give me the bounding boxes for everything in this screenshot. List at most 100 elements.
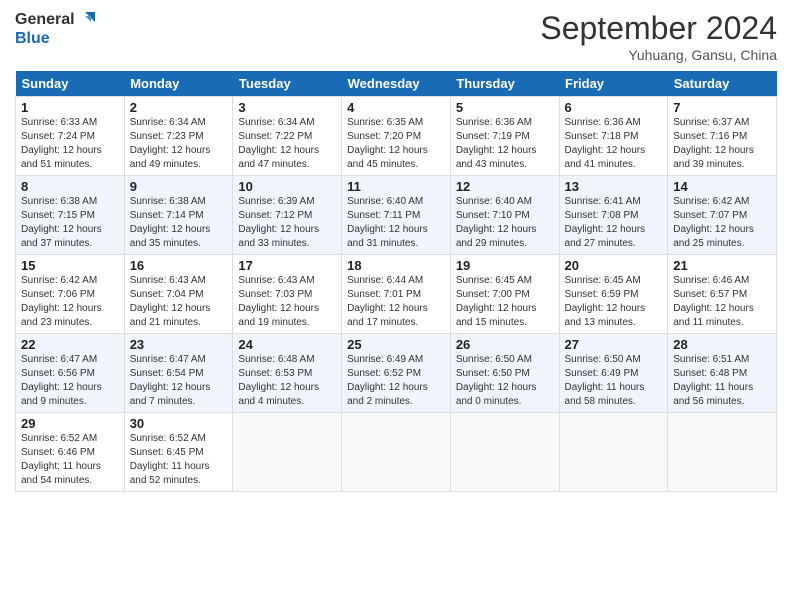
daylight-label: Daylight: 12 hours and 7 minutes. (130, 382, 211, 407)
table-row: 25 Sunrise: 6:49 AM Sunset: 6:52 PM Dayl… (342, 334, 451, 413)
day-number: 13 (565, 179, 663, 194)
cell-info: Sunrise: 6:45 AM Sunset: 7:00 PM Dayligh… (456, 274, 554, 330)
sunrise-label: Sunrise: 6:38 AM (130, 196, 206, 207)
sunset-label: Sunset: 7:23 PM (130, 131, 204, 142)
empty-cell (450, 413, 559, 492)
cell-info: Sunrise: 6:41 AM Sunset: 7:08 PM Dayligh… (565, 195, 663, 251)
table-row: 11 Sunrise: 6:40 AM Sunset: 7:11 PM Dayl… (342, 176, 451, 255)
day-number: 28 (673, 337, 771, 352)
header: General Blue September 2024 Yuhuang, Gan… (15, 10, 777, 63)
sunset-label: Sunset: 6:56 PM (21, 368, 95, 379)
daylight-label: Daylight: 12 hours and 47 minutes. (238, 145, 319, 170)
sunset-label: Sunset: 7:07 PM (673, 210, 747, 221)
sunset-label: Sunset: 7:14 PM (130, 210, 204, 221)
daylight-label: Daylight: 12 hours and 25 minutes. (673, 224, 754, 249)
sunset-label: Sunset: 7:00 PM (456, 289, 530, 300)
sunset-label: Sunset: 7:06 PM (21, 289, 95, 300)
calendar-week-row: 8 Sunrise: 6:38 AM Sunset: 7:15 PM Dayli… (16, 176, 777, 255)
table-row: 21 Sunrise: 6:46 AM Sunset: 6:57 PM Dayl… (668, 255, 777, 334)
cell-info: Sunrise: 6:37 AM Sunset: 7:16 PM Dayligh… (673, 116, 771, 172)
table-row: 29 Sunrise: 6:52 AM Sunset: 6:46 PM Dayl… (16, 413, 125, 492)
sunrise-label: Sunrise: 6:40 AM (347, 196, 423, 207)
day-number: 11 (347, 179, 445, 194)
daylight-label: Daylight: 12 hours and 21 minutes. (130, 303, 211, 328)
table-row: 30 Sunrise: 6:52 AM Sunset: 6:45 PM Dayl… (124, 413, 233, 492)
cell-info: Sunrise: 6:34 AM Sunset: 7:23 PM Dayligh… (130, 116, 228, 172)
sunrise-label: Sunrise: 6:42 AM (673, 196, 749, 207)
calendar-week-row: 15 Sunrise: 6:42 AM Sunset: 7:06 PM Dayl… (16, 255, 777, 334)
table-row: 12 Sunrise: 6:40 AM Sunset: 7:10 PM Dayl… (450, 176, 559, 255)
cell-info: Sunrise: 6:40 AM Sunset: 7:11 PM Dayligh… (347, 195, 445, 251)
day-number: 4 (347, 100, 445, 115)
sunrise-label: Sunrise: 6:43 AM (130, 275, 206, 286)
day-number: 18 (347, 258, 445, 273)
sunrise-label: Sunrise: 6:43 AM (238, 275, 314, 286)
empty-cell (342, 413, 451, 492)
daylight-label: Daylight: 12 hours and 4 minutes. (238, 382, 319, 407)
sunrise-label: Sunrise: 6:37 AM (673, 117, 749, 128)
table-row: 7 Sunrise: 6:37 AM Sunset: 7:16 PM Dayli… (668, 97, 777, 176)
sunrise-label: Sunrise: 6:41 AM (565, 196, 641, 207)
sunset-label: Sunset: 6:57 PM (673, 289, 747, 300)
daylight-label: Daylight: 12 hours and 37 minutes. (21, 224, 102, 249)
sunrise-label: Sunrise: 6:40 AM (456, 196, 532, 207)
cell-info: Sunrise: 6:46 AM Sunset: 6:57 PM Dayligh… (673, 274, 771, 330)
cell-info: Sunrise: 6:49 AM Sunset: 6:52 PM Dayligh… (347, 353, 445, 409)
daylight-label: Daylight: 12 hours and 0 minutes. (456, 382, 537, 407)
daylight-label: Daylight: 12 hours and 9 minutes. (21, 382, 102, 407)
calendar-week-row: 22 Sunrise: 6:47 AM Sunset: 6:56 PM Dayl… (16, 334, 777, 413)
sunset-label: Sunset: 7:16 PM (673, 131, 747, 142)
sunset-label: Sunset: 7:24 PM (21, 131, 95, 142)
cell-info: Sunrise: 6:38 AM Sunset: 7:15 PM Dayligh… (21, 195, 119, 251)
cell-info: Sunrise: 6:36 AM Sunset: 7:19 PM Dayligh… (456, 116, 554, 172)
cell-info: Sunrise: 6:38 AM Sunset: 7:14 PM Dayligh… (130, 195, 228, 251)
table-row: 24 Sunrise: 6:48 AM Sunset: 6:53 PM Dayl… (233, 334, 342, 413)
day-number: 5 (456, 100, 554, 115)
day-number: 3 (238, 100, 336, 115)
cell-info: Sunrise: 6:45 AM Sunset: 6:59 PM Dayligh… (565, 274, 663, 330)
sunrise-label: Sunrise: 6:50 AM (565, 354, 641, 365)
daylight-label: Daylight: 12 hours and 35 minutes. (130, 224, 211, 249)
sunset-label: Sunset: 7:22 PM (238, 131, 312, 142)
cell-info: Sunrise: 6:47 AM Sunset: 6:54 PM Dayligh… (130, 353, 228, 409)
sunset-label: Sunset: 6:53 PM (238, 368, 312, 379)
table-row: 15 Sunrise: 6:42 AM Sunset: 7:06 PM Dayl… (16, 255, 125, 334)
daylight-label: Daylight: 12 hours and 51 minutes. (21, 145, 102, 170)
day-number: 10 (238, 179, 336, 194)
sunset-label: Sunset: 6:49 PM (565, 368, 639, 379)
sunset-label: Sunset: 6:54 PM (130, 368, 204, 379)
sunset-label: Sunset: 7:01 PM (347, 289, 421, 300)
daylight-label: Daylight: 12 hours and 43 minutes. (456, 145, 537, 170)
logo-general: General (15, 11, 75, 29)
day-number: 30 (130, 416, 228, 431)
col-tuesday: Tuesday (233, 71, 342, 97)
cell-info: Sunrise: 6:47 AM Sunset: 6:56 PM Dayligh… (21, 353, 119, 409)
day-number: 17 (238, 258, 336, 273)
table-row: 4 Sunrise: 6:35 AM Sunset: 7:20 PM Dayli… (342, 97, 451, 176)
day-number: 20 (565, 258, 663, 273)
day-number: 27 (565, 337, 663, 352)
cell-info: Sunrise: 6:44 AM Sunset: 7:01 PM Dayligh… (347, 274, 445, 330)
sunrise-label: Sunrise: 6:48 AM (238, 354, 314, 365)
day-number: 9 (130, 179, 228, 194)
table-row: 1 Sunrise: 6:33 AM Sunset: 7:24 PM Dayli… (16, 97, 125, 176)
title-area: September 2024 Yuhuang, Gansu, China (540, 10, 777, 63)
cell-info: Sunrise: 6:42 AM Sunset: 7:07 PM Dayligh… (673, 195, 771, 251)
table-row: 3 Sunrise: 6:34 AM Sunset: 7:22 PM Dayli… (233, 97, 342, 176)
day-number: 12 (456, 179, 554, 194)
daylight-label: Daylight: 11 hours and 52 minutes. (130, 461, 210, 486)
sunrise-label: Sunrise: 6:46 AM (673, 275, 749, 286)
sunrise-label: Sunrise: 6:33 AM (21, 117, 97, 128)
sunrise-label: Sunrise: 6:45 AM (565, 275, 641, 286)
month-title: September 2024 (540, 10, 777, 47)
table-row: 9 Sunrise: 6:38 AM Sunset: 7:14 PM Dayli… (124, 176, 233, 255)
table-row: 2 Sunrise: 6:34 AM Sunset: 7:23 PM Dayli… (124, 97, 233, 176)
cell-info: Sunrise: 6:51 AM Sunset: 6:48 PM Dayligh… (673, 353, 771, 409)
logo-blue: Blue (15, 30, 97, 48)
table-row: 27 Sunrise: 6:50 AM Sunset: 6:49 PM Dayl… (559, 334, 668, 413)
daylight-label: Daylight: 12 hours and 17 minutes. (347, 303, 428, 328)
table-row: 26 Sunrise: 6:50 AM Sunset: 6:50 PM Dayl… (450, 334, 559, 413)
cell-info: Sunrise: 6:50 AM Sunset: 6:49 PM Dayligh… (565, 353, 663, 409)
cell-info: Sunrise: 6:43 AM Sunset: 7:04 PM Dayligh… (130, 274, 228, 330)
calendar-table: Sunday Monday Tuesday Wednesday Thursday… (15, 71, 777, 492)
